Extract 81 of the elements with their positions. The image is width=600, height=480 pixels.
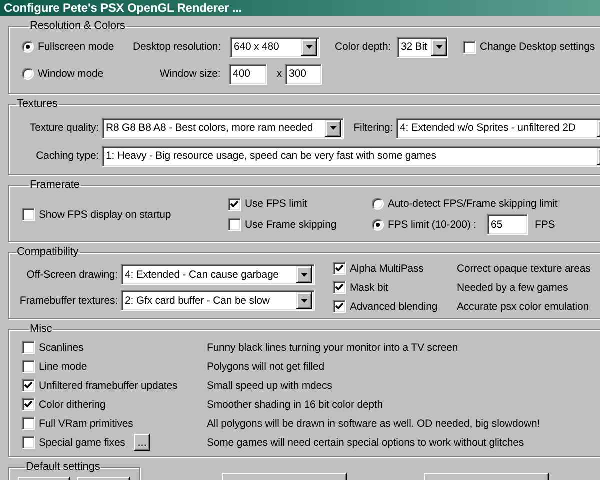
group-label: Misc bbox=[29, 323, 54, 336]
dropdown[interactable]: 4: Extended - Can cause garbage bbox=[121, 264, 315, 285]
dropdown-button[interactable] bbox=[296, 292, 312, 309]
option-label: Use Frame skipping bbox=[245, 218, 337, 230]
option-label: Framebuffer textures: bbox=[20, 294, 118, 306]
option-label: Polygons will not get filled bbox=[207, 360, 324, 372]
option-label: Special game fixes bbox=[39, 436, 126, 448]
checkbox[interactable] bbox=[22, 341, 35, 354]
caret-icon bbox=[306, 45, 312, 49]
caret-icon bbox=[300, 272, 308, 276]
option-label: Scanlines bbox=[39, 342, 84, 354]
caret-icon bbox=[300, 298, 308, 302]
checkbox[interactable] bbox=[228, 218, 241, 231]
dropdown[interactable]: 640 x 480 bbox=[230, 36, 320, 58]
group-label: Compatibility bbox=[16, 246, 80, 259]
option-label: Filtering: bbox=[354, 122, 393, 134]
dropdown-button[interactable] bbox=[301, 38, 317, 56]
dropdown[interactable]: R8 G8 B8 A8 - Best colors, more ram needed bbox=[102, 118, 344, 138]
radio-button[interactable] bbox=[22, 68, 34, 80]
option-label: Mask bit bbox=[350, 282, 388, 294]
option-label: x bbox=[276, 68, 282, 80]
option-label: Window size: bbox=[160, 68, 221, 80]
option-label: Change Desktop settings bbox=[480, 41, 596, 53]
option-label: Funny black lines turning your monitor into a TV screen bbox=[207, 342, 458, 354]
caret-icon bbox=[436, 45, 443, 49]
option-label: Accurate psx color emulation bbox=[457, 300, 590, 312]
dropdown[interactable]: 4: Extended w/o Sprites - unfiltered 2D bbox=[396, 118, 600, 138]
option-label: Small speed up with mdecs bbox=[207, 380, 332, 392]
group-label: Resolution & Colors bbox=[29, 20, 126, 33]
checkbox[interactable] bbox=[333, 262, 346, 275]
option-label: Color dithering bbox=[39, 398, 106, 410]
checkbox[interactable] bbox=[228, 198, 241, 210]
option-label: Caching type: bbox=[36, 150, 99, 162]
option-label: Texture quality: bbox=[30, 122, 99, 134]
height-field[interactable]: 300 bbox=[285, 64, 322, 84]
checkbox[interactable] bbox=[22, 398, 35, 411]
checkbox[interactable] bbox=[22, 208, 35, 221]
option-label: Advanced blending bbox=[350, 300, 438, 312]
option-label: Alpha MultiPass bbox=[350, 262, 424, 274]
option-label: Unfiltered framebuffer updates bbox=[39, 380, 178, 392]
option-label: Color depth: bbox=[335, 41, 392, 53]
radio-button[interactable] bbox=[372, 218, 384, 230]
caret-icon bbox=[330, 126, 336, 130]
dropdown-button[interactable] bbox=[431, 38, 448, 56]
option-label: All polygons will be drawn in software as well. OD needed, big slowdown! bbox=[207, 418, 540, 430]
option-label: Window mode bbox=[38, 68, 104, 80]
radio-button[interactable] bbox=[372, 198, 384, 210]
option-label: Off-Screen drawing: bbox=[26, 268, 118, 280]
checkbox[interactable] bbox=[463, 40, 476, 54]
width-field[interactable]: 400 bbox=[229, 64, 267, 84]
group-label: Framerate bbox=[29, 179, 81, 192]
checkbox[interactable] bbox=[333, 300, 346, 313]
group-label: Textures bbox=[16, 98, 59, 111]
group-label: Default settings bbox=[25, 461, 102, 474]
checkbox[interactable] bbox=[22, 360, 35, 373]
checkbox[interactable] bbox=[22, 417, 35, 430]
option-label: Auto-detect FPS/Frame skipping limit bbox=[388, 198, 558, 210]
checkbox[interactable] bbox=[22, 379, 35, 392]
option-label: Desktop resolution: bbox=[133, 41, 221, 53]
option-label: Smoother shading in 16 bit color depth bbox=[207, 398, 383, 410]
option-label: Correct opaque texture areas bbox=[457, 262, 591, 274]
option-label: Line mode bbox=[39, 360, 88, 372]
option-label: Full VRam primitives bbox=[39, 418, 134, 430]
dropdown[interactable]: 1: Heavy - Big resource usage, speed can be very fast with some games bbox=[102, 146, 600, 166]
window-title: Configure Pete's PSX OpenGL Renderer ... bbox=[4, 1, 242, 15]
option-label: Fullscreen mode bbox=[38, 41, 114, 53]
dropdown[interactable]: 32 Bit bbox=[397, 36, 448, 58]
options-button[interactable]: ... bbox=[134, 434, 150, 451]
option-label: Some games will need certain special options to work without glitches bbox=[207, 436, 524, 448]
radio-button[interactable] bbox=[22, 41, 34, 53]
option-label: FPS bbox=[535, 218, 556, 230]
checkbox[interactable] bbox=[22, 436, 35, 449]
option-label: Use FPS limit bbox=[245, 198, 308, 210]
dropdown-button[interactable] bbox=[325, 120, 341, 136]
dropdown-button[interactable] bbox=[296, 266, 312, 283]
option-label: Needed by a few games bbox=[457, 282, 568, 294]
option-label: Show FPS display on startup bbox=[39, 208, 172, 220]
fps-field[interactable]: 65 bbox=[487, 214, 528, 235]
checkbox[interactable] bbox=[333, 281, 346, 294]
option-label: FPS limit (10-200) : bbox=[388, 218, 476, 230]
dropdown[interactable]: 2: Gfx card buffer - Can be slow bbox=[121, 290, 315, 311]
